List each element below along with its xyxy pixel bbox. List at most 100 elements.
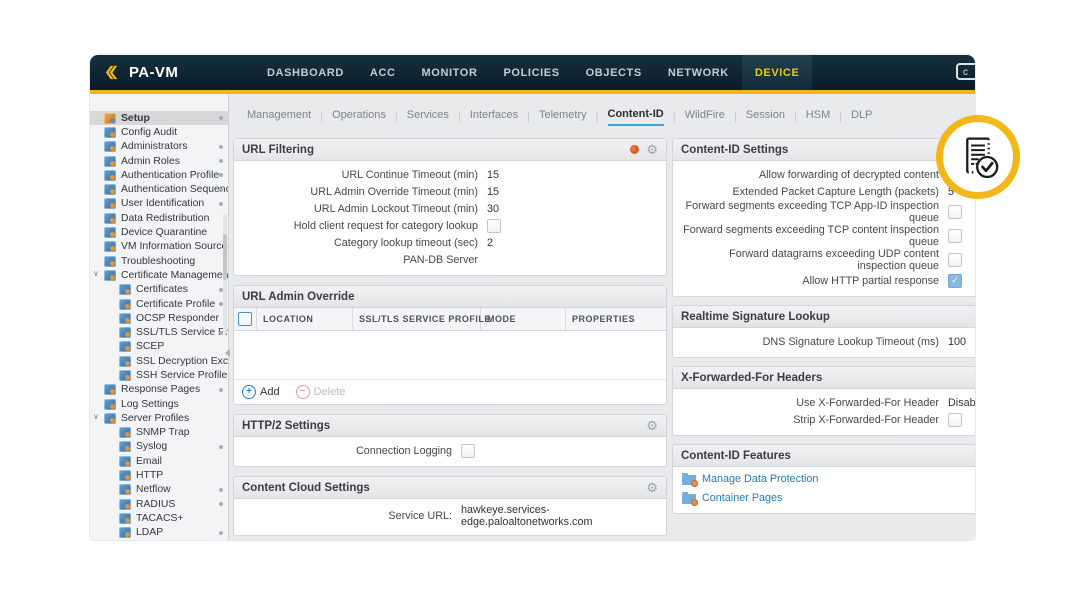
- delete-button[interactable]: −Delete: [296, 385, 346, 399]
- user-identification-icon: [104, 198, 116, 209]
- nav-objects[interactable]: OBJECTS: [573, 55, 655, 90]
- device-quarantine-icon: [104, 227, 116, 238]
- sidebar-item-label: Config Audit: [121, 127, 177, 138]
- hold-client-request-for-category-lookup-checkbox[interactable]: [487, 219, 501, 233]
- tab-services[interactable]: Services: [407, 109, 449, 125]
- field-value: 15: [487, 169, 499, 181]
- link-manage-data-protection[interactable]: Manage Data Protection: [682, 473, 975, 485]
- form-row: Hold client request for category lookup: [242, 217, 658, 234]
- chevron-down-icon[interactable]: ∨: [93, 269, 99, 278]
- sidebar-item-snmp-trap[interactable]: SNMP Trap: [90, 426, 228, 440]
- connection-logging-checkbox[interactable]: [461, 444, 475, 458]
- sidebar-item-tacacs[interactable]: TACACS+: [90, 511, 228, 525]
- tab-dlp[interactable]: DLP: [851, 109, 872, 125]
- tab-wildfire[interactable]: WildFire: [685, 109, 725, 125]
- form-row: Allow HTTP partial response ✓: [681, 272, 975, 289]
- panel-body: Service URL:hawkeye.services-edge.paloal…: [234, 499, 666, 535]
- panel-url-admin-override: URL Admin OverrideLOCATIONSSL/TLS SERVIC…: [233, 285, 667, 405]
- sidebar-item-syslog[interactable]: Syslog: [90, 440, 228, 454]
- sidebar-item-radius[interactable]: RADIUS: [90, 497, 228, 511]
- sidebar-item-label: Server Profiles: [121, 413, 189, 424]
- sidebar-item-authentication-profile[interactable]: Authentication Profile: [90, 168, 228, 182]
- sidebar-item-certificate-profile[interactable]: Certificate Profile: [90, 297, 228, 311]
- tab-session[interactable]: Session: [746, 109, 785, 125]
- column-header-ssl-tls-service-profile[interactable]: SSL/TLS SERVICE PROFILE: [353, 308, 481, 330]
- form-row: Extended Packet Capture Length (packets)…: [681, 183, 975, 200]
- column-header-mode[interactable]: MODE: [481, 308, 566, 330]
- tab-telemetry[interactable]: Telemetry: [539, 109, 587, 125]
- overflow-button[interactable]: c: [956, 63, 975, 80]
- forward-segments-exceeding-tcp-app-id-inspection-queue-checkbox[interactable]: [948, 205, 962, 219]
- sidebar-item-label: SSL/TLS Service Profile: [136, 327, 229, 338]
- form-row: Use X-Forwarded-For HeaderDisabled: [681, 394, 975, 411]
- strip-x-forwarded-for-header-checkbox[interactable]: [948, 413, 962, 427]
- sidebar-item-admin-roles[interactable]: Admin Roles: [90, 154, 228, 168]
- field-label: Forward segments exceeding TCP App-ID in…: [681, 200, 939, 224]
- sidebar-scrollbar[interactable]: [223, 214, 227, 334]
- sidebar-item-ldap[interactable]: LDAP: [90, 526, 228, 540]
- reference-dot: [219, 445, 223, 449]
- netflow-icon: [119, 484, 131, 495]
- sidebar-item-ssl-decryption-exclusion[interactable]: SSL Decryption Exclusion: [90, 354, 228, 368]
- sidebar-item-troubleshooting[interactable]: Troubleshooting: [90, 254, 228, 268]
- chevron-down-icon[interactable]: ∨: [93, 412, 99, 421]
- tab-operations[interactable]: Operations: [332, 109, 386, 125]
- field-label: DNS Signature Lookup Timeout (ms): [681, 336, 939, 348]
- sidebar-item-response-pages[interactable]: Response Pages: [90, 383, 228, 397]
- snmp-trap-icon: [119, 427, 131, 438]
- field-value: 15: [487, 186, 499, 198]
- forward-datagrams-exceeding-udp-content-inspection-queue-checkbox[interactable]: [948, 253, 962, 267]
- gear-icon[interactable]: ⚙: [646, 143, 658, 156]
- select-all-checkbox[interactable]: [238, 312, 252, 326]
- gear-icon[interactable]: ⚙: [646, 419, 658, 432]
- nav-dashboard[interactable]: DASHBOARD: [254, 55, 357, 90]
- sidebar-item-certificate-management[interactable]: ∨Certificate Management: [90, 268, 228, 282]
- sidebar-collapse-handle[interactable]: [225, 349, 230, 357]
- sidebar-item-log-settings[interactable]: Log Settings: [90, 397, 228, 411]
- nav-device[interactable]: DEVICE: [742, 55, 813, 90]
- sidebar-item-ocsp-responder[interactable]: OCSP Responder: [90, 311, 228, 325]
- tab-hsm[interactable]: HSM: [806, 109, 830, 125]
- field-label: Extended Packet Capture Length (packets): [681, 186, 939, 198]
- field-label: Allow HTTP partial response: [681, 275, 939, 287]
- app-logo: PA-VM: [90, 55, 238, 90]
- nav-monitor[interactable]: MONITOR: [409, 55, 491, 90]
- panel-header: Realtime Signature Lookup: [673, 306, 975, 328]
- tab-content-id[interactable]: Content-ID: [608, 108, 664, 126]
- tab-management[interactable]: Management: [247, 109, 311, 125]
- content-area: Setup Config Audit AdministratorsAdmin Rol…: [90, 94, 975, 540]
- nav-acc[interactable]: ACC: [357, 55, 409, 90]
- sidebar-item-server-profiles[interactable]: ∨ Server Profiles: [90, 411, 228, 425]
- sidebar-item-label: Setup: [121, 113, 150, 124]
- sidebar-item-user-identification[interactable]: User Identification: [90, 197, 228, 211]
- link-container-pages[interactable]: Container Pages: [682, 492, 975, 504]
- sidebar-item-email[interactable]: Email: [90, 454, 228, 468]
- column-header-location[interactable]: LOCATION: [257, 308, 353, 330]
- reference-dot: [219, 159, 223, 163]
- column-header-properties[interactable]: PROPERTIES: [566, 308, 666, 330]
- nav-policies[interactable]: POLICIES: [491, 55, 573, 90]
- sidebar-item-http[interactable]: HTTP: [90, 468, 228, 482]
- panel-header: Content-ID Settings: [673, 139, 975, 161]
- nav-network[interactable]: NETWORK: [655, 55, 742, 90]
- forward-segments-exceeding-tcp-content-inspection-queue-checkbox[interactable]: [948, 229, 962, 243]
- sidebar-item-label: SNMP Trap: [136, 427, 190, 438]
- sidebar-item-data-redistribution[interactable]: Data Redistribution: [90, 211, 228, 225]
- sidebar-item-ssh-service-profile[interactable]: SSH Service Profile: [90, 368, 228, 382]
- allow-http-partial-response-checkbox[interactable]: ✓: [948, 274, 962, 288]
- add-button[interactable]: +Add: [242, 385, 280, 399]
- sidebar-item-vm-information-sources[interactable]: VM Information Sources: [90, 240, 228, 254]
- sidebar-item-config-audit[interactable]: Config Audit: [90, 125, 228, 139]
- gear-icon[interactable]: ⚙: [646, 481, 658, 494]
- tab-interfaces[interactable]: Interfaces: [470, 109, 518, 125]
- sidebar-item-administrators[interactable]: Administrators: [90, 140, 228, 154]
- sidebar-item-ssl-tls-service-profile[interactable]: SSL/TLS Service Profile: [90, 325, 228, 339]
- field-label: URL Admin Lockout Timeout (min): [242, 203, 478, 215]
- sidebar-item-device-quarantine[interactable]: Device Quarantine: [90, 225, 228, 239]
- sidebar-item-setup[interactable]: Setup: [90, 111, 228, 125]
- sidebar-item-authentication-sequence[interactable]: Authentication Sequence: [90, 182, 228, 196]
- sidebar-item-certificates[interactable]: Certificates: [90, 283, 228, 297]
- sidebar-item-scep[interactable]: SCEP: [90, 340, 228, 354]
- sidebar-item-netflow[interactable]: Netflow: [90, 483, 228, 497]
- sidebar-scrollbar-thumb[interactable]: [223, 234, 227, 280]
